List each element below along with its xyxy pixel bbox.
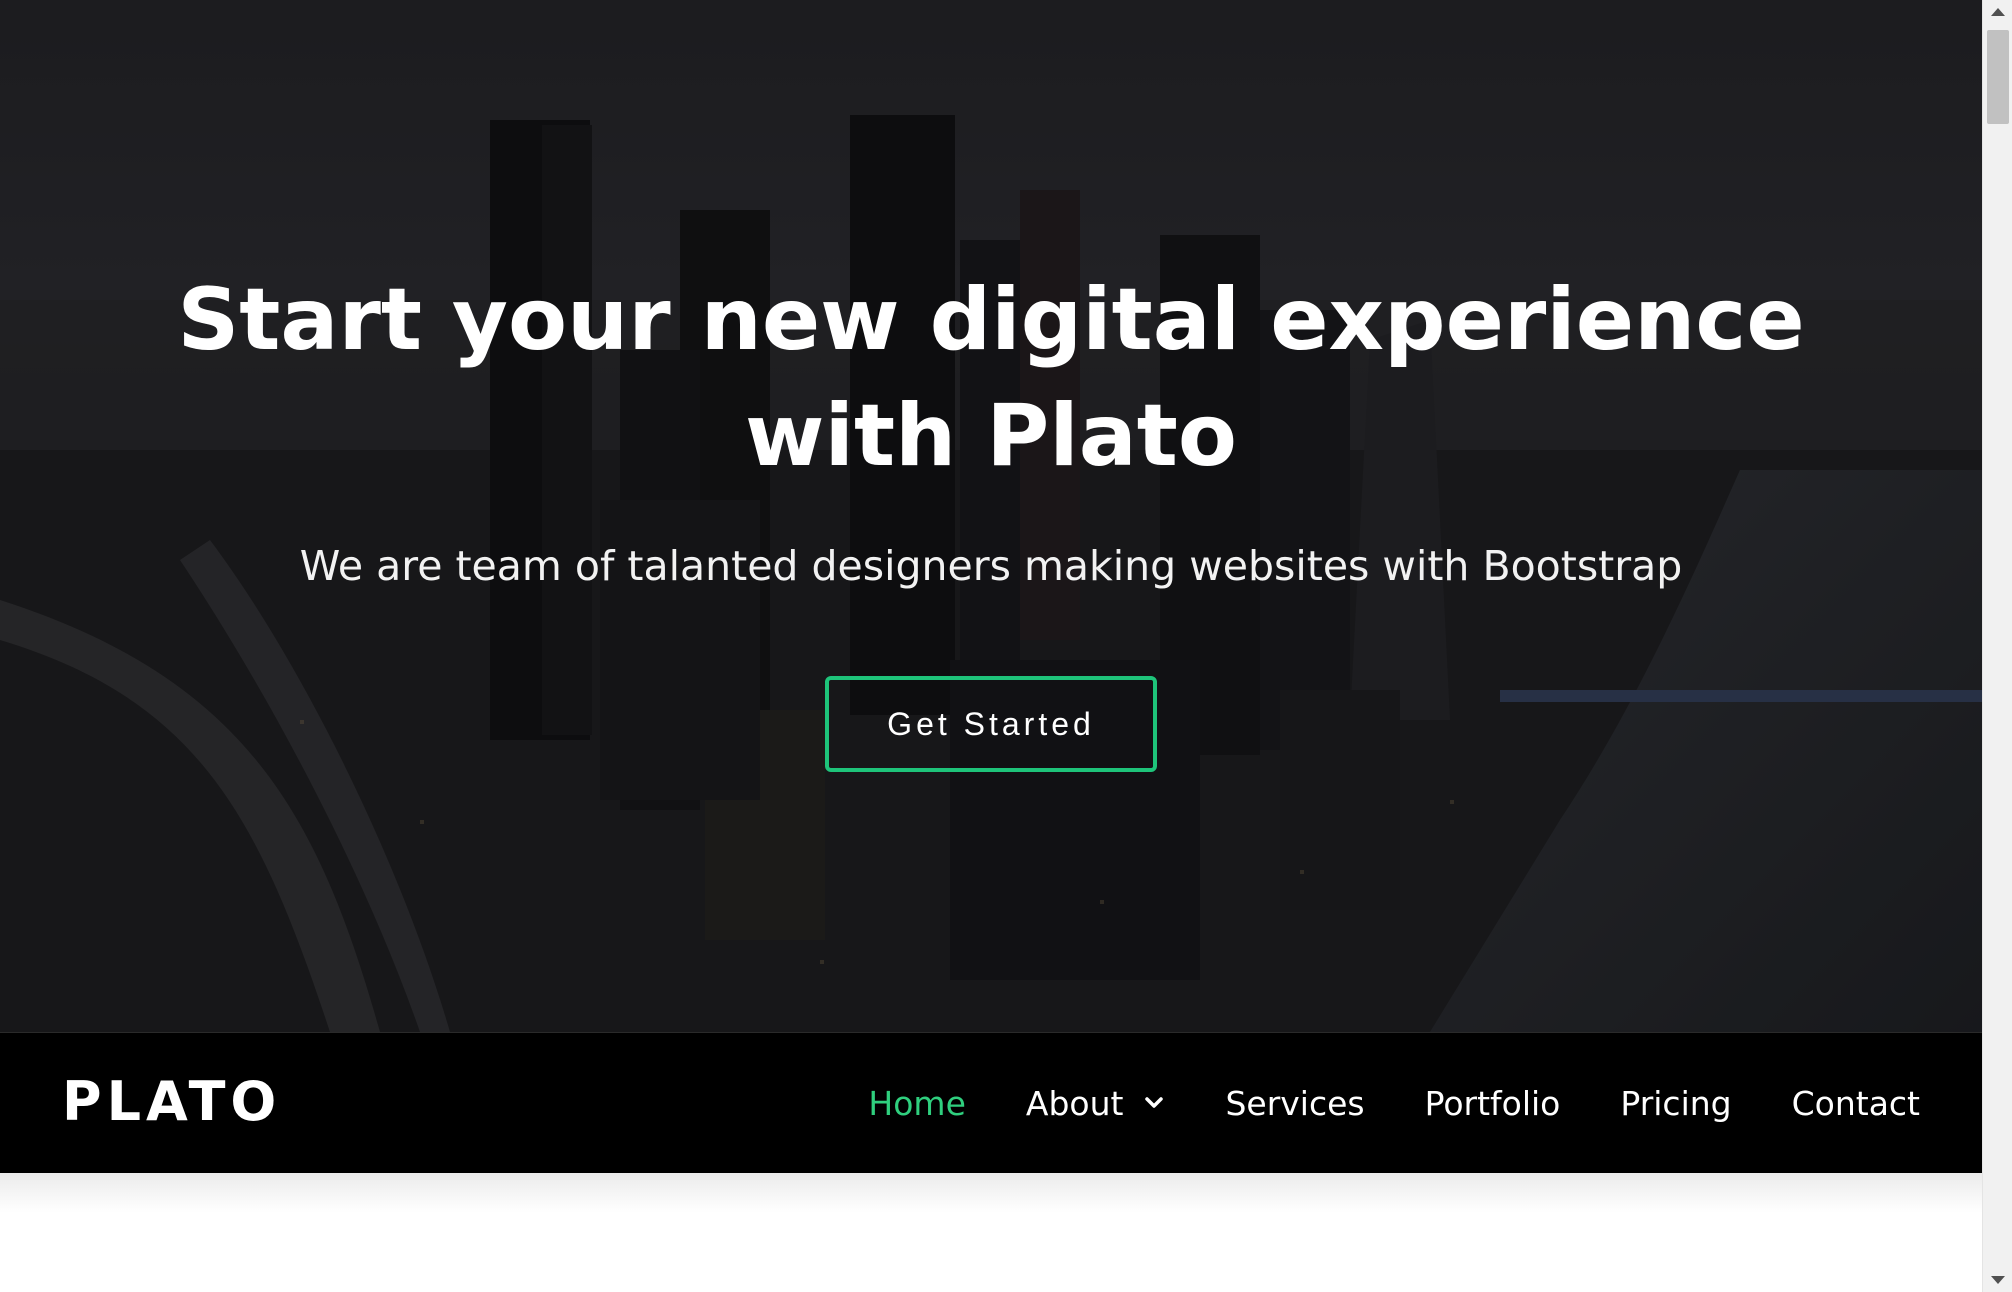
brand-logo[interactable]: PLATO xyxy=(62,1069,281,1135)
scrollbar-thumb[interactable] xyxy=(1987,30,2009,124)
nav-menu: Home About Services Portfolio Pricing Co… xyxy=(808,1033,1920,1173)
hero-content: Start your new digital experience with P… xyxy=(0,0,1982,1032)
chevron-down-icon xyxy=(1145,1097,1164,1108)
nav-item-label: About xyxy=(1025,1083,1124,1123)
nav-item-services[interactable]: Services xyxy=(1225,1084,1364,1123)
nav-item-label: Pricing xyxy=(1620,1083,1732,1123)
nav-item-home[interactable]: Home xyxy=(868,1084,965,1123)
nav-item-label: Services xyxy=(1225,1083,1365,1123)
nav-item-label: Portfolio xyxy=(1424,1083,1561,1123)
nav-item-pricing[interactable]: Pricing xyxy=(1620,1084,1731,1123)
nav-item-contact[interactable]: Contact xyxy=(1792,1084,1920,1123)
main-navbar: PLATO Home About Services Portfolio Pric… xyxy=(0,1032,1982,1173)
hero-section: Start your new digital experience with P… xyxy=(0,0,1982,1032)
hero-subtitle: We are team of talanted designers making… xyxy=(299,542,1683,590)
page: Start your new digital experience with P… xyxy=(0,0,2012,1292)
nav-item-label: Contact xyxy=(1791,1083,1920,1123)
scroll-down-arrow-icon[interactable] xyxy=(1991,1276,2005,1284)
get-started-button[interactable]: Get Started xyxy=(825,676,1157,772)
navbar-shadow xyxy=(0,1173,1982,1213)
get-started-label: Get Started xyxy=(887,705,1095,742)
hero-title: Start your new digital experience with P… xyxy=(177,270,1805,486)
nav-item-about[interactable]: About xyxy=(1026,1084,1166,1123)
scroll-up-arrow-icon[interactable] xyxy=(1991,8,2005,16)
nav-item-portfolio[interactable]: Portfolio xyxy=(1425,1084,1561,1123)
nav-item-label: Home xyxy=(868,1083,966,1123)
vertical-scrollbar[interactable] xyxy=(1982,0,2012,1292)
